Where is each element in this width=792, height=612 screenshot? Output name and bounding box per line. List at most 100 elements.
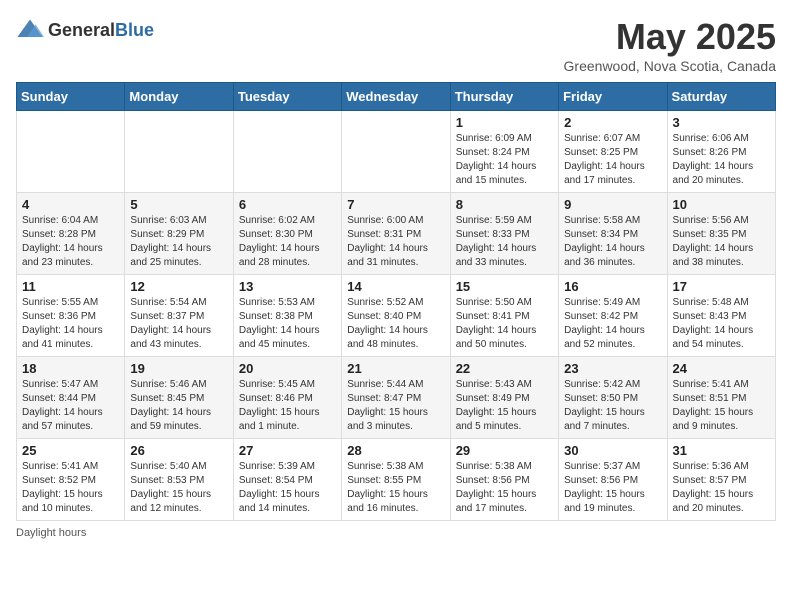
day-number: 18: [22, 361, 119, 376]
day-number: 14: [347, 279, 444, 294]
calendar-cell: [233, 111, 341, 193]
day-number: 12: [130, 279, 227, 294]
month-title: May 2025: [564, 16, 776, 58]
weekday-header-sunday: Sunday: [17, 83, 125, 111]
day-number: 26: [130, 443, 227, 458]
day-number: 31: [673, 443, 770, 458]
calendar-cell: 25 Sunrise: 5:41 AM Sunset: 8:52 PM Dayli…: [17, 439, 125, 521]
calendar-cell: 3 Sunrise: 6:06 AM Sunset: 8:26 PM Daylig…: [667, 111, 775, 193]
weekday-header-tuesday: Tuesday: [233, 83, 341, 111]
calendar-cell: 23 Sunrise: 5:42 AM Sunset: 8:50 PM Dayli…: [559, 357, 667, 439]
day-info: Sunrise: 6:07 AM Sunset: 8:25 PM Dayligh…: [564, 132, 661, 188]
calendar-cell: 4 Sunrise: 6:04 AM Sunset: 8:28 PM Daylig…: [17, 193, 125, 275]
footer: Daylight hours: [16, 527, 776, 539]
day-info: Sunrise: 5:54 AM Sunset: 8:37 PM Dayligh…: [130, 296, 227, 352]
calendar-cell: 8 Sunrise: 5:59 AM Sunset: 8:33 PM Daylig…: [450, 193, 558, 275]
calendar-cell: 6 Sunrise: 6:02 AM Sunset: 8:30 PM Daylig…: [233, 193, 341, 275]
calendar-cell: 16 Sunrise: 5:49 AM Sunset: 8:42 PM Dayli…: [559, 275, 667, 357]
day-info: Sunrise: 5:40 AM Sunset: 8:53 PM Dayligh…: [130, 460, 227, 516]
calendar-cell: 26 Sunrise: 5:40 AM Sunset: 8:53 PM Dayli…: [125, 439, 233, 521]
day-info: Sunrise: 6:06 AM Sunset: 8:26 PM Dayligh…: [673, 132, 770, 188]
calendar-cell: [125, 111, 233, 193]
day-number: 1: [456, 115, 553, 130]
day-info: Sunrise: 5:42 AM Sunset: 8:50 PM Dayligh…: [564, 378, 661, 434]
calendar-cell: [342, 111, 450, 193]
day-number: 10: [673, 197, 770, 212]
day-number: 30: [564, 443, 661, 458]
day-number: 9: [564, 197, 661, 212]
calendar-cell: 11 Sunrise: 5:55 AM Sunset: 8:36 PM Dayli…: [17, 275, 125, 357]
day-info: Sunrise: 6:04 AM Sunset: 8:28 PM Dayligh…: [22, 214, 119, 270]
weekday-header-monday: Monday: [125, 83, 233, 111]
day-info: Sunrise: 5:44 AM Sunset: 8:47 PM Dayligh…: [347, 378, 444, 434]
day-number: 25: [22, 443, 119, 458]
day-info: Sunrise: 5:38 AM Sunset: 8:55 PM Dayligh…: [347, 460, 444, 516]
calendar-cell: 31 Sunrise: 5:36 AM Sunset: 8:57 PM Dayli…: [667, 439, 775, 521]
calendar-cell: 20 Sunrise: 5:45 AM Sunset: 8:46 PM Dayli…: [233, 357, 341, 439]
calendar-cell: 21Sunrise: 5:44 AM Sunset: 8:47 PM Dayli…: [342, 357, 450, 439]
day-number: 15: [456, 279, 553, 294]
calendar-cell: 7 Sunrise: 6:00 AM Sunset: 8:31 PM Daylig…: [342, 193, 450, 275]
day-info: Sunrise: 5:43 AM Sunset: 8:49 PM Dayligh…: [456, 378, 553, 434]
calendar-cell: 30 Sunrise: 5:37 AM Sunset: 8:56 PM Dayli…: [559, 439, 667, 521]
day-info: Sunrise: 5:55 AM Sunset: 8:36 PM Dayligh…: [22, 296, 119, 352]
day-info: Sunrise: 5:59 AM Sunset: 8:33 PM Dayligh…: [456, 214, 553, 270]
calendar-cell: 22Sunrise: 5:43 AM Sunset: 8:49 PM Dayli…: [450, 357, 558, 439]
day-number: 8: [456, 197, 553, 212]
calendar-cell: 9Sunrise: 5:58 AM Sunset: 8:34 PM Daylig…: [559, 193, 667, 275]
day-number: 29: [456, 443, 553, 458]
day-info: Sunrise: 5:53 AM Sunset: 8:38 PM Dayligh…: [239, 296, 336, 352]
calendar-cell: 18 Sunrise: 5:47 AM Sunset: 8:44 PM Dayli…: [17, 357, 125, 439]
day-info: Sunrise: 5:49 AM Sunset: 8:42 PM Dayligh…: [564, 296, 661, 352]
day-info: Sunrise: 5:47 AM Sunset: 8:44 PM Dayligh…: [22, 378, 119, 434]
calendar-cell: 19 Sunrise: 5:46 AM Sunset: 8:45 PM Dayli…: [125, 357, 233, 439]
day-number: 23: [564, 361, 661, 376]
day-info: Sunrise: 6:02 AM Sunset: 8:30 PM Dayligh…: [239, 214, 336, 270]
day-info: Sunrise: 5:37 AM Sunset: 8:56 PM Dayligh…: [564, 460, 661, 516]
calendar-cell: 28 Sunrise: 5:38 AM Sunset: 8:55 PM Dayli…: [342, 439, 450, 521]
logo-general: General: [48, 20, 115, 40]
day-info: Sunrise: 6:03 AM Sunset: 8:29 PM Dayligh…: [130, 214, 227, 270]
day-number: 16: [564, 279, 661, 294]
calendar-cell: 24 Sunrise: 5:41 AM Sunset: 8:51 PM Dayli…: [667, 357, 775, 439]
day-number: 13: [239, 279, 336, 294]
weekday-header-thursday: Thursday: [450, 83, 558, 111]
calendar: SundayMondayTuesdayWednesdayThursdayFrid…: [16, 82, 776, 521]
day-number: 28: [347, 443, 444, 458]
calendar-cell: 10 Sunrise: 5:56 AM Sunset: 8:35 PM Dayli…: [667, 193, 775, 275]
day-info: Sunrise: 5:41 AM Sunset: 8:51 PM Dayligh…: [673, 378, 770, 434]
day-number: 11: [22, 279, 119, 294]
location: Greenwood, Nova Scotia, Canada: [564, 58, 776, 74]
page-header: GeneralBlue May 2025 Greenwood, Nova Sco…: [16, 16, 776, 74]
day-number: 20: [239, 361, 336, 376]
day-number: 24: [673, 361, 770, 376]
day-info: Sunrise: 5:45 AM Sunset: 8:46 PM Dayligh…: [239, 378, 336, 434]
logo-icon: [16, 16, 44, 44]
day-number: 6: [239, 197, 336, 212]
day-info: Sunrise: 5:36 AM Sunset: 8:57 PM Dayligh…: [673, 460, 770, 516]
day-info: Sunrise: 5:56 AM Sunset: 8:35 PM Dayligh…: [673, 214, 770, 270]
weekday-header-saturday: Saturday: [667, 83, 775, 111]
calendar-cell: 17 Sunrise: 5:48 AM Sunset: 8:43 PM Dayli…: [667, 275, 775, 357]
logo: GeneralBlue: [16, 16, 154, 44]
day-info: Sunrise: 6:00 AM Sunset: 8:31 PM Dayligh…: [347, 214, 444, 270]
day-number: 4: [22, 197, 119, 212]
day-number: 19: [130, 361, 227, 376]
day-info: Sunrise: 5:41 AM Sunset: 8:52 PM Dayligh…: [22, 460, 119, 516]
day-number: 17: [673, 279, 770, 294]
calendar-cell: 29Sunrise: 5:38 AM Sunset: 8:56 PM Dayli…: [450, 439, 558, 521]
calendar-cell: 13 Sunrise: 5:53 AM Sunset: 8:38 PM Dayli…: [233, 275, 341, 357]
logo-blue: Blue: [115, 20, 154, 40]
calendar-cell: 15Sunrise: 5:50 AM Sunset: 8:41 PM Dayli…: [450, 275, 558, 357]
calendar-cell: 14 Sunrise: 5:52 AM Sunset: 8:40 PM Dayli…: [342, 275, 450, 357]
calendar-cell: 1 Sunrise: 6:09 AM Sunset: 8:24 PM Daylig…: [450, 111, 558, 193]
day-info: Sunrise: 6:09 AM Sunset: 8:24 PM Dayligh…: [456, 132, 553, 188]
day-info: Sunrise: 5:48 AM Sunset: 8:43 PM Dayligh…: [673, 296, 770, 352]
day-info: Sunrise: 5:46 AM Sunset: 8:45 PM Dayligh…: [130, 378, 227, 434]
day-number: 7: [347, 197, 444, 212]
calendar-cell: 5Sunrise: 6:03 AM Sunset: 8:29 PM Daylig…: [125, 193, 233, 275]
day-number: 3: [673, 115, 770, 130]
day-info: Sunrise: 5:52 AM Sunset: 8:40 PM Dayligh…: [347, 296, 444, 352]
day-number: 2: [564, 115, 661, 130]
calendar-cell: 2 Sunrise: 6:07 AM Sunset: 8:25 PM Daylig…: [559, 111, 667, 193]
